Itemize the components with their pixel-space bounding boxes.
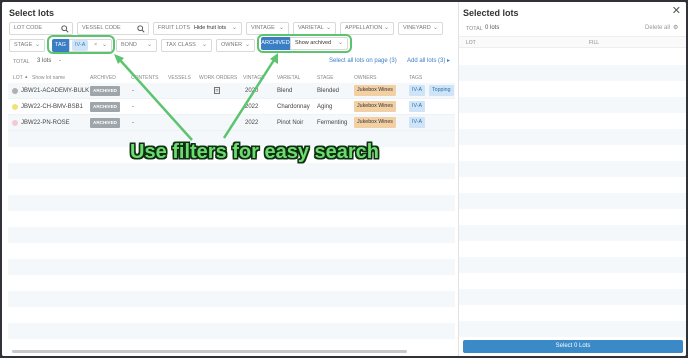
horizontal-scrollbar[interactable] bbox=[12, 350, 407, 353]
select-lots-modal: Select lots LOT CODE VESSEL CODE FRUIT L… bbox=[2, 2, 686, 356]
annotation-caption: Use filters for easy search bbox=[130, 141, 380, 163]
empty-row bbox=[459, 209, 686, 225]
empty-row bbox=[459, 97, 686, 113]
empty-row bbox=[459, 193, 686, 209]
selected-lots-panel: Selected lots ✕ TOTAL 0 lots Delete all … bbox=[458, 2, 686, 356]
empty-row bbox=[459, 81, 686, 97]
empty-row bbox=[459, 289, 686, 305]
total-value: 0 lots bbox=[485, 25, 500, 31]
column-lot: LOT bbox=[466, 40, 476, 46]
panel-title: Selected lots bbox=[463, 8, 519, 18]
delete-all-button[interactable]: Delete all bbox=[645, 25, 670, 31]
empty-row bbox=[459, 129, 686, 145]
empty-row bbox=[459, 113, 686, 129]
selected-table-header: LOT FILL bbox=[459, 36, 686, 48]
annotation-arrows bbox=[114, 53, 278, 141]
empty-row bbox=[459, 177, 686, 193]
column-fill: FILL bbox=[589, 40, 600, 46]
empty-row bbox=[459, 145, 686, 161]
empty-row bbox=[459, 321, 686, 337]
empty-row bbox=[459, 305, 686, 321]
close-icon[interactable]: ✕ bbox=[672, 4, 681, 17]
empty-row bbox=[459, 65, 686, 81]
empty-row bbox=[459, 161, 686, 177]
lot-search-panel: Select lots LOT CODE VESSEL CODE FRUIT L… bbox=[2, 2, 456, 356]
total-label: TOTAL bbox=[466, 26, 483, 32]
empty-row bbox=[459, 273, 686, 289]
select-lots-button[interactable]: Select 0 Lots bbox=[463, 340, 683, 353]
empty-row bbox=[459, 241, 686, 257]
empty-row bbox=[459, 225, 686, 241]
gear-icon[interactable]: ⚙ bbox=[673, 24, 678, 31]
empty-row bbox=[459, 257, 686, 273]
empty-row bbox=[459, 49, 686, 65]
